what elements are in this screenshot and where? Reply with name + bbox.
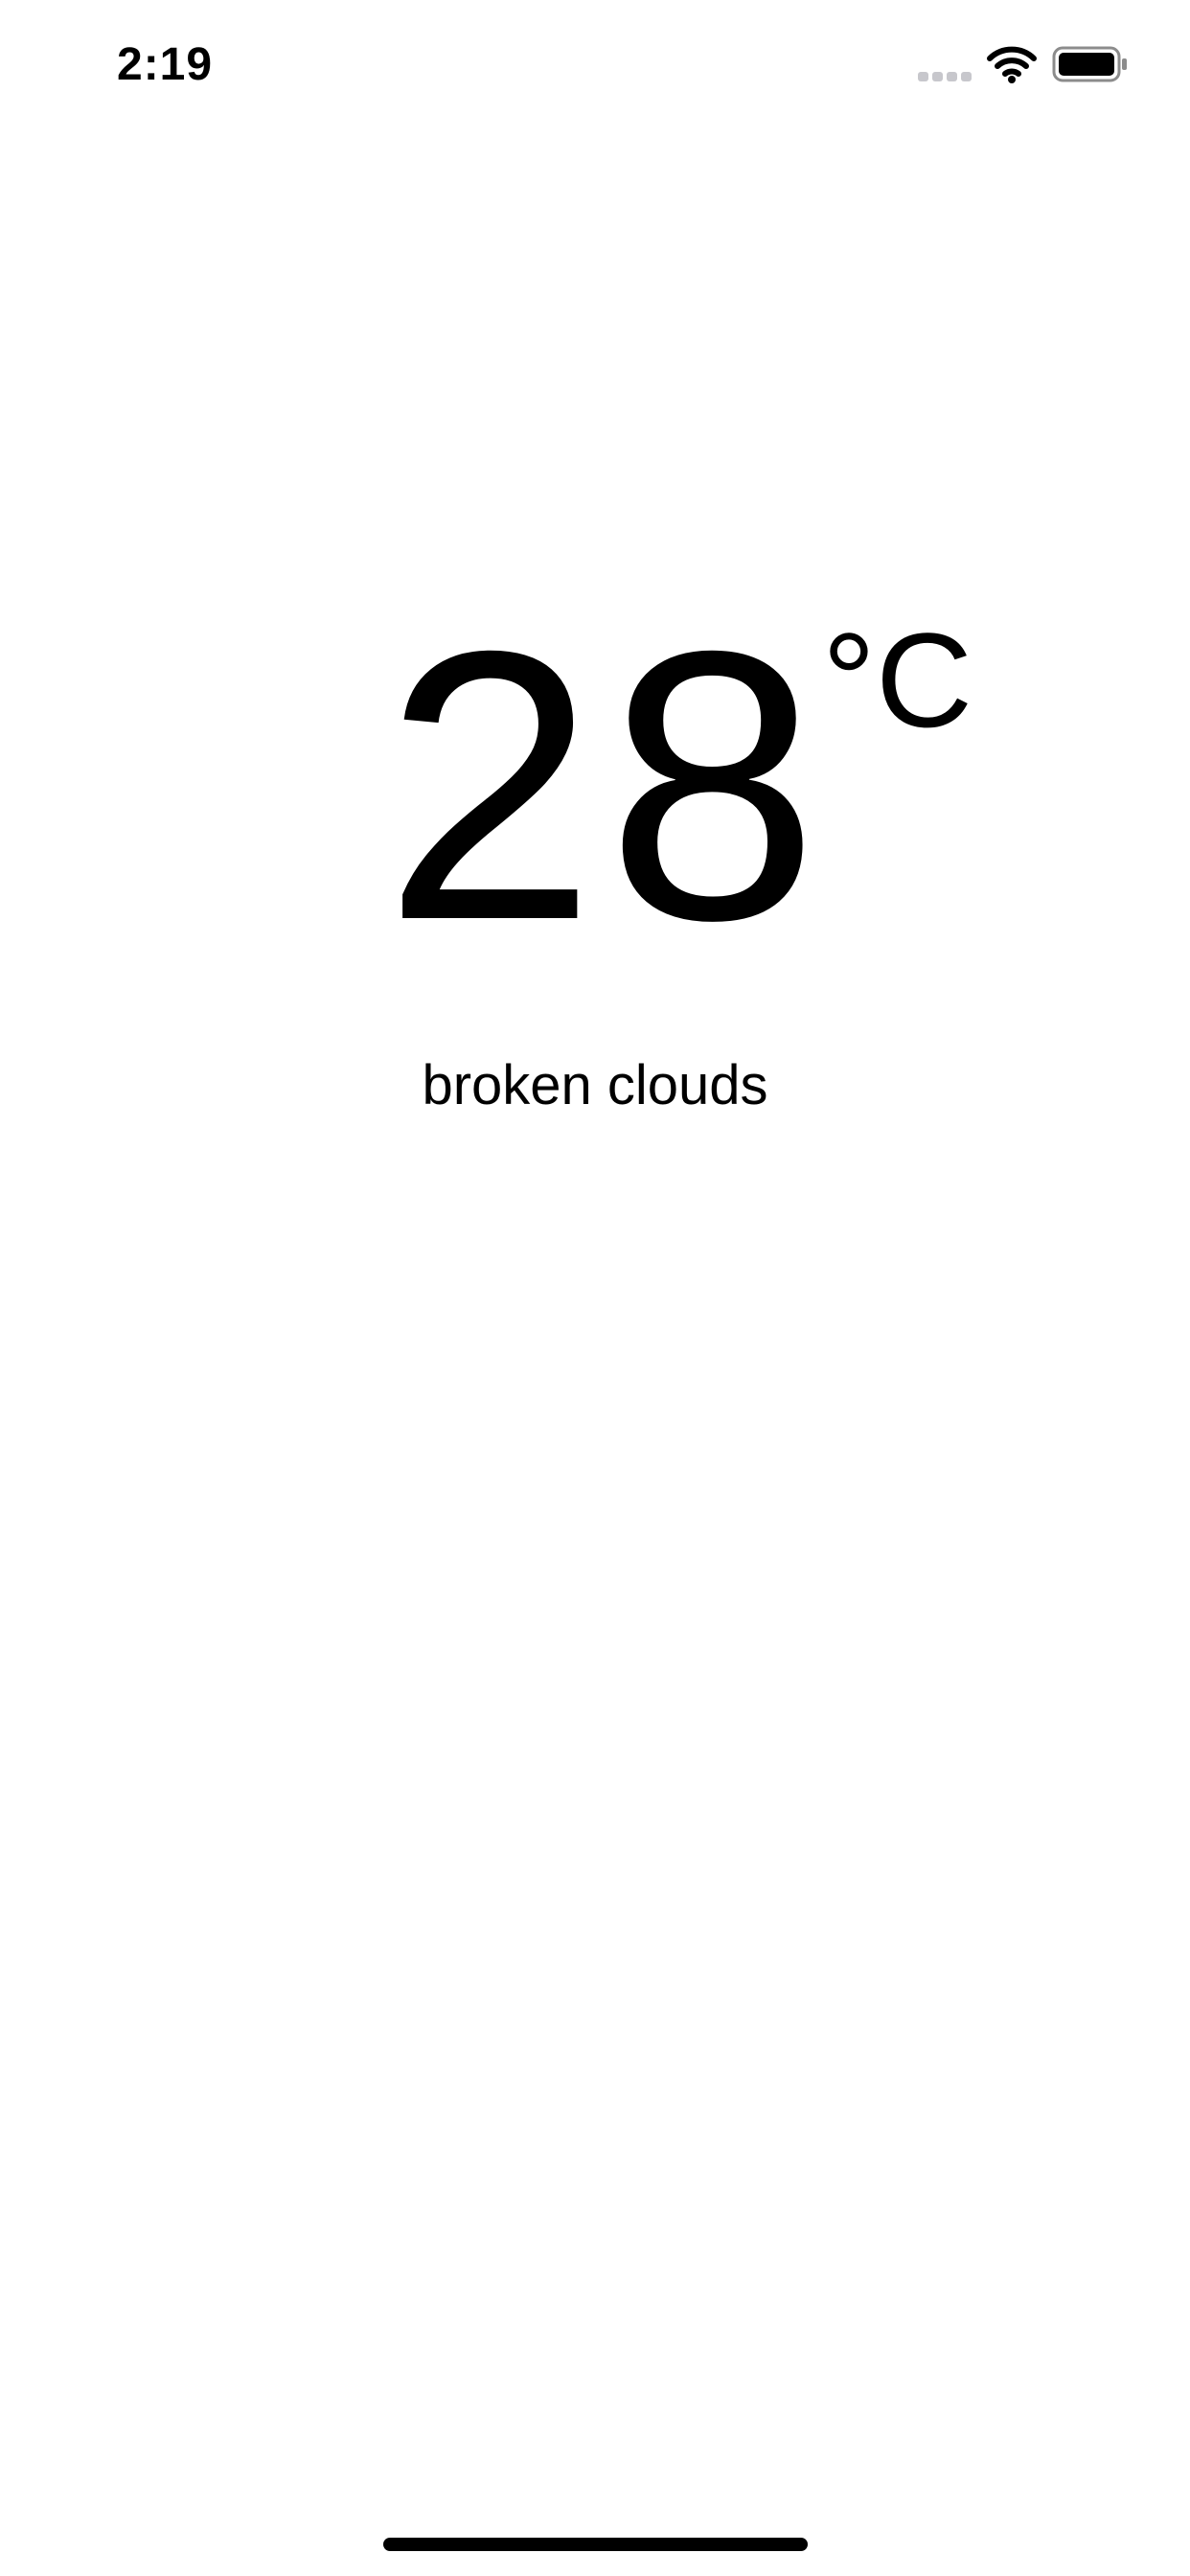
temperature-unit: °C [822,605,973,755]
weather-condition: broken clouds [422,1054,768,1116]
weather-display: 28 °C broken clouds [0,0,1190,2576]
home-indicator[interactable] [383,2538,808,2551]
temperature-value: 28 [383,571,829,1000]
